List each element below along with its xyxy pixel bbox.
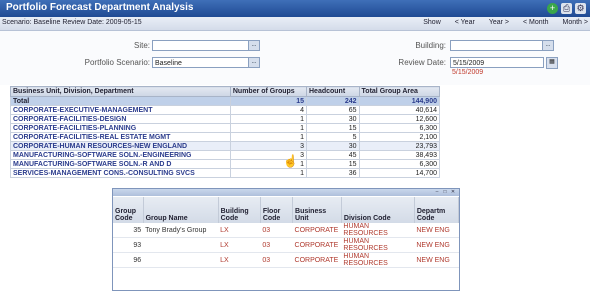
- building-label: Building:: [415, 41, 446, 50]
- calendar-icon[interactable]: ▦: [546, 57, 558, 69]
- print-icon[interactable]: ⎙: [561, 3, 572, 14]
- building-input[interactable]: ...: [450, 40, 554, 51]
- page-title: Portfolio Forecast Department Analysis: [6, 2, 194, 13]
- prev-year-button[interactable]: < Year: [455, 19, 475, 26]
- scenario-lookup-button[interactable]: ...: [248, 58, 259, 67]
- settings-icon[interactable]: ⚙: [575, 3, 586, 14]
- add-icon[interactable]: +: [547, 3, 558, 14]
- scenario-info: Scenario: Baseline Review Date: 2009-05-…: [2, 19, 142, 26]
- scenario-bar: Scenario: Baseline Review Date: 2009-05-…: [0, 17, 590, 31]
- review-date-echo: 5/15/2009: [452, 69, 484, 76]
- next-month-button[interactable]: Month >: [563, 19, 589, 26]
- site-label: Site:: [133, 41, 150, 50]
- minimize-icon[interactable]: –: [434, 189, 440, 195]
- review-date-input[interactable]: 5/15/2009: [450, 57, 544, 68]
- department-summary-table: Business Unit, Division, Department Numb…: [10, 86, 441, 178]
- col-header-building-code[interactable]: Building Code: [218, 197, 261, 223]
- scenario-label: Portfolio Scenario:: [84, 58, 150, 67]
- col-header-headcount[interactable]: Headcount: [306, 86, 360, 97]
- table-row[interactable]: MANUFACTURING-SOFTWARE SOLN.-ENGINEERING…: [10, 150, 441, 160]
- group-details-table: Group Code Group Name Building Code Floo…: [113, 197, 460, 268]
- table-row[interactable]: CORPORATE-FACILITIES-DESIGN 1 30 12,600: [10, 114, 441, 124]
- maximize-icon[interactable]: □: [442, 189, 448, 195]
- scenario-input[interactable]: Baseline ...: [152, 57, 260, 68]
- site-lookup-button[interactable]: ...: [248, 41, 259, 50]
- show-button[interactable]: Show: [423, 19, 441, 26]
- table-row[interactable]: MANUFACTURING-SOFTWARE SOLN.-R AND D 1 1…: [10, 159, 441, 169]
- hand-cursor-icon: ☝: [283, 154, 298, 168]
- table-row[interactable]: SERVICES-MANAGEMENT CONS.-CONSULTING SVC…: [10, 168, 441, 178]
- next-year-button[interactable]: Year >: [489, 19, 509, 26]
- col-header-group-code[interactable]: Group Code: [113, 197, 144, 223]
- building-lookup-button[interactable]: ...: [542, 41, 553, 50]
- total-row: Total 15 242 144,900: [10, 96, 441, 106]
- table-row[interactable]: CORPORATE-FACILITIES-PLANNING 1 15 6,300: [10, 123, 441, 133]
- col-header-business-unit[interactable]: Business Unit: [292, 197, 342, 223]
- table-row[interactable]: 93 LX 03 CORPORATE HUMAN RESOURCES NEW E…: [113, 237, 459, 253]
- col-header-floor-code[interactable]: Floor Code: [260, 197, 294, 223]
- table-row[interactable]: CORPORATE-FACILITIES-REAL ESTATE MGMT 1 …: [10, 132, 441, 142]
- review-date-label: Review Date:: [398, 58, 446, 67]
- title-bar: Portfolio Forecast Department Analysis +…: [0, 0, 590, 17]
- close-icon[interactable]: ✕: [450, 189, 456, 195]
- site-input[interactable]: ...: [152, 40, 260, 51]
- col-header-division-code[interactable]: Division Code: [341, 197, 415, 223]
- table-row[interactable]: CORPORATE-EXECUTIVE-MANAGEMENT 4 65 40,6…: [10, 105, 441, 115]
- prev-month-button[interactable]: < Month: [523, 19, 549, 26]
- col-header-groups[interactable]: Number of Groups: [229, 86, 308, 97]
- group-details-popup: – □ ✕ Group Code Group Name Building Cod…: [112, 188, 460, 291]
- col-header-area[interactable]: Total Group Area: [358, 86, 441, 97]
- filter-panel: Site: ... Portfolio Scenario: Baseline .…: [0, 31, 590, 85]
- col-header-department[interactable]: Business Unit, Division, Department: [10, 86, 231, 97]
- table-row-selected[interactable]: CORPORATE-HUMAN RESOURCES-NEW ENGLAND 3 …: [10, 141, 441, 151]
- col-header-department-code[interactable]: Departm Code: [414, 197, 460, 223]
- popup-header[interactable]: [113, 189, 459, 196]
- col-header-group-name[interactable]: Group Name: [143, 197, 219, 223]
- table-row[interactable]: 96 LX 03 CORPORATE HUMAN RESOURCES NEW E…: [113, 252, 459, 268]
- table-row[interactable]: 35 Tony Brady's Group LX 03 CORPORATE HU…: [113, 223, 459, 238]
